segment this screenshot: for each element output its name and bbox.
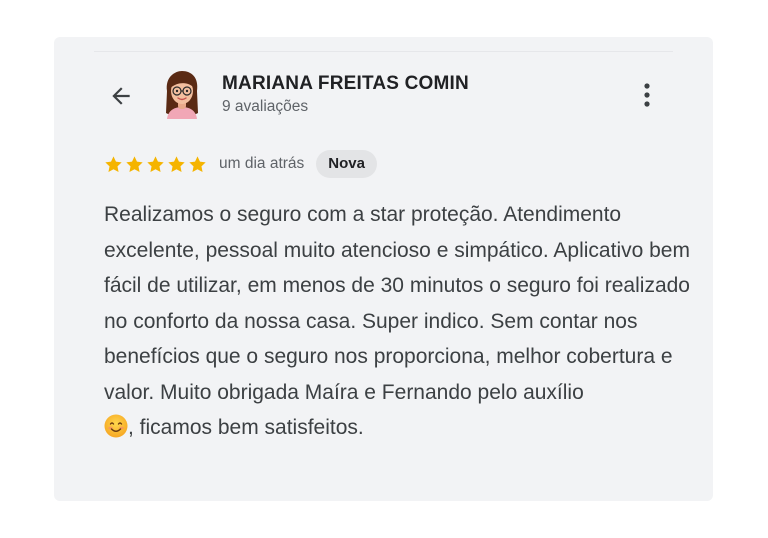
more-vert-icon xyxy=(644,83,650,107)
more-options-button[interactable] xyxy=(632,79,662,111)
review-text-main: Realizamos o seguro com a star proteção.… xyxy=(104,203,690,404)
review-text-end: , ficamos bem satisfeitos. xyxy=(128,416,364,439)
star-icon xyxy=(168,155,185,172)
avatar-illustration xyxy=(166,71,198,119)
avatar[interactable] xyxy=(161,69,203,119)
divider xyxy=(94,51,673,52)
review-card: MARIANA FREITAS COMIN 9 avaliações um di… xyxy=(54,37,713,501)
star-icon xyxy=(126,155,143,172)
author-info: MARIANA FREITAS COMIN 9 avaliações xyxy=(222,73,469,116)
review-meta: um dia atrás Nova xyxy=(104,149,377,179)
author-name[interactable]: MARIANA FREITAS COMIN xyxy=(222,73,469,95)
new-badge: Nova xyxy=(316,150,377,178)
review-date: um dia atrás xyxy=(219,155,305,172)
smiling-face-icon xyxy=(104,414,128,438)
star-rating xyxy=(104,155,207,174)
back-button[interactable] xyxy=(106,81,136,111)
star-icon xyxy=(189,155,206,172)
review-text: Realizamos o seguro com a star proteção.… xyxy=(104,197,694,446)
star-icon xyxy=(147,155,164,172)
author-review-count: 9 avaliações xyxy=(222,98,309,115)
star-icon xyxy=(105,155,122,172)
arrow-left-icon xyxy=(112,87,130,105)
